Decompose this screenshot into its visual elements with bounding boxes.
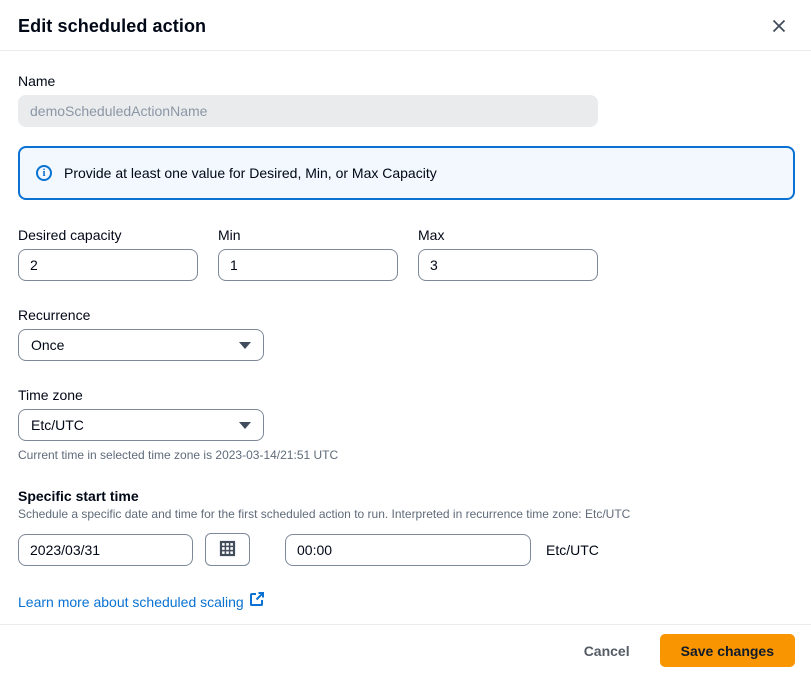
save-changes-button[interactable]: Save changes: [660, 634, 795, 667]
recurrence-label: Recurrence: [18, 307, 795, 323]
min-capacity-input[interactable]: [218, 249, 398, 281]
start-time-label: Specific start time: [18, 488, 795, 504]
chevron-down-icon: [239, 422, 251, 429]
max-capacity-group: Max: [418, 227, 598, 281]
modal-footer: Cancel Save changes: [0, 624, 811, 679]
current-time-helper: Current time in selected time zone is 20…: [18, 448, 795, 462]
calendar-button[interactable]: [205, 533, 250, 566]
close-button[interactable]: [767, 14, 791, 38]
chevron-down-icon: [239, 342, 251, 349]
time-zone-suffix: Etc/UTC: [546, 542, 599, 558]
max-capacity-label: Max: [418, 227, 598, 243]
learn-more-row: Learn more about scheduled scaling: [18, 591, 795, 612]
desired-capacity-input[interactable]: [18, 249, 198, 281]
date-input[interactable]: [18, 534, 193, 566]
recurrence-selected-value: Once: [31, 337, 64, 353]
start-time-description: Schedule a specific date and time for th…: [18, 507, 795, 521]
calendar-icon: [219, 540, 236, 560]
modal-header: Edit scheduled action: [0, 0, 811, 51]
desired-capacity-label: Desired capacity: [18, 227, 198, 243]
desired-capacity-group: Desired capacity: [18, 227, 198, 281]
info-alert: i Provide at least one value for Desired…: [18, 146, 795, 200]
edit-scheduled-action-modal: Edit scheduled action Name i Provide at …: [0, 0, 811, 679]
time-zone-selected-value: Etc/UTC: [31, 417, 84, 433]
time-zone-label: Time zone: [18, 387, 795, 403]
info-circle-icon: i: [36, 165, 52, 181]
time-zone-select[interactable]: Etc/UTC: [18, 409, 264, 441]
close-icon: [771, 22, 787, 37]
alert-message: Provide at least one value for Desired, …: [64, 165, 437, 181]
recurrence-select[interactable]: Once: [18, 329, 264, 361]
datetime-row: Etc/UTC: [18, 533, 795, 566]
max-capacity-input[interactable]: [418, 249, 598, 281]
recurrence-group: Recurrence Once: [18, 307, 795, 361]
cancel-button[interactable]: Cancel: [582, 637, 632, 665]
name-label: Name: [18, 73, 795, 89]
start-time-group: Specific start time Schedule a specific …: [18, 488, 795, 566]
name-field-group: Name: [18, 73, 795, 127]
learn-more-link[interactable]: Learn more about scheduled scaling: [18, 594, 244, 610]
min-capacity-label: Min: [218, 227, 398, 243]
modal-title: Edit scheduled action: [18, 16, 206, 37]
capacity-fields-row: Desired capacity Min Max: [18, 227, 795, 281]
name-input: [18, 95, 598, 127]
time-input[interactable]: [285, 534, 531, 566]
min-capacity-group: Min: [218, 227, 398, 281]
external-link-icon: [249, 591, 265, 612]
time-zone-group: Time zone Etc/UTC Current time in select…: [18, 387, 795, 462]
modal-content: Name i Provide at least one value for De…: [0, 51, 811, 624]
